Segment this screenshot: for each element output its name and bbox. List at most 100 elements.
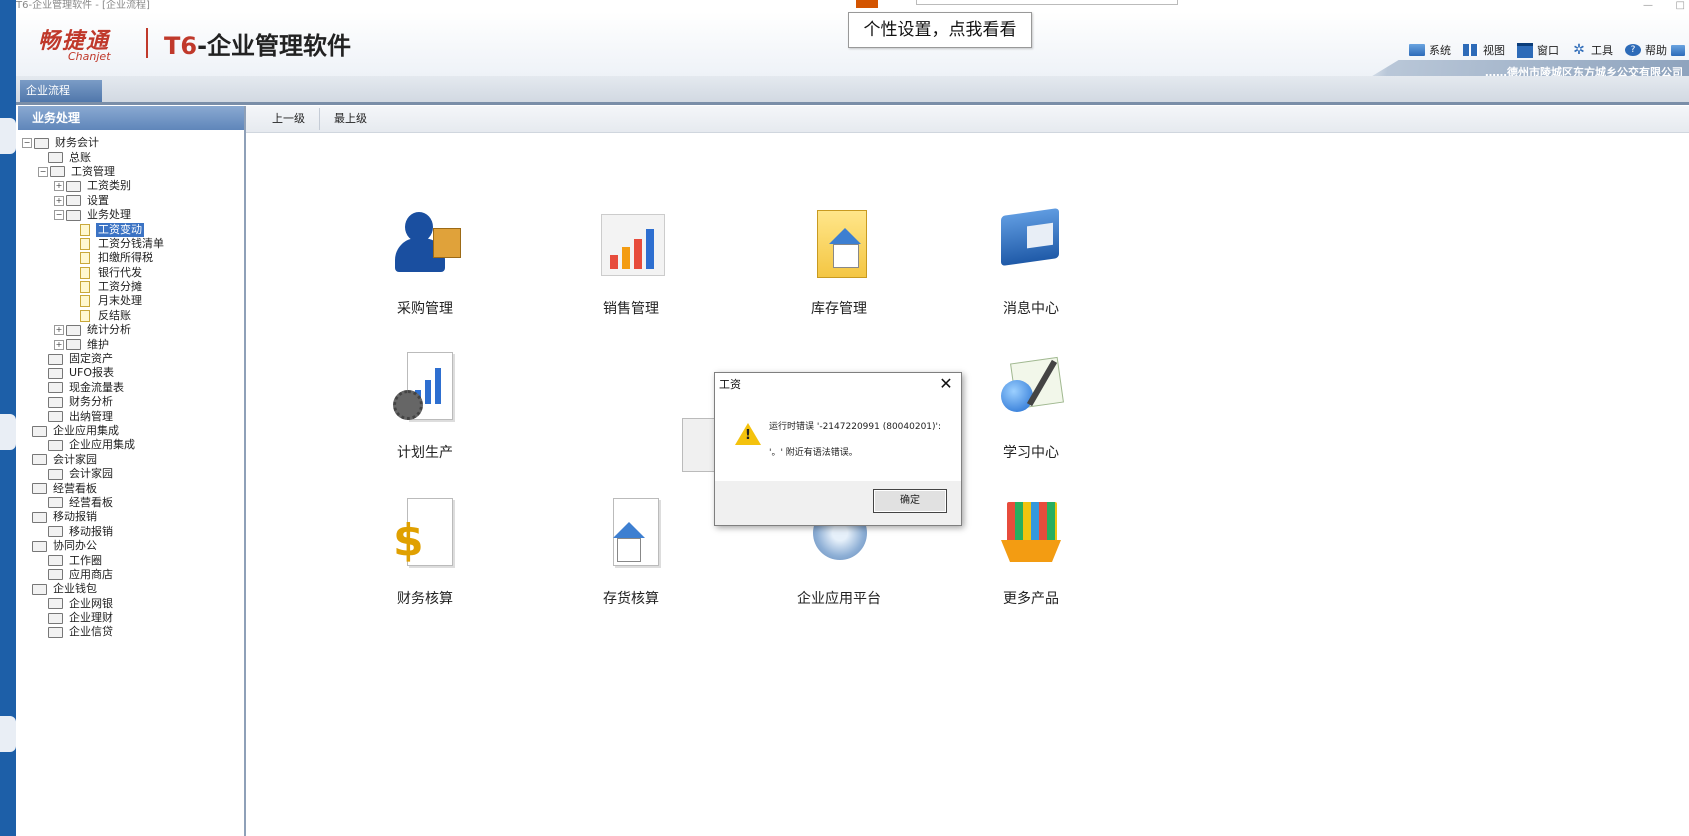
collapse-icon[interactable]: −	[22, 138, 32, 149]
menu-tools[interactable]: ✲ 工具	[1571, 42, 1613, 58]
error-dialog: 工资 ✕ ! 运行时错误 '-2147220991 (80040201)': '…	[714, 372, 962, 526]
tree-node-label: 企业应用集成	[69, 438, 135, 452]
tree-node[interactable]: − 业务处理	[18, 208, 244, 222]
module-planning[interactable]: 计划生产	[350, 350, 500, 462]
desktop-strip	[0, 0, 16, 836]
tree-node[interactable]: 移动报销	[18, 525, 244, 539]
menu-label: 工具	[1591, 44, 1613, 57]
document-icon	[80, 295, 90, 308]
desktop-shortcut-icon[interactable]	[0, 118, 16, 154]
folder-icon	[48, 555, 63, 567]
tree-node[interactable]: 企业应用集成	[18, 438, 244, 452]
tree-node[interactable]: + 统计分析	[18, 323, 244, 337]
tree-node[interactable]: 工资变动	[18, 222, 244, 237]
tree-node-label: 反结账	[98, 308, 131, 322]
tree-node[interactable]: + 工资类别	[18, 179, 244, 193]
tree-node[interactable]: + 设置	[18, 194, 244, 208]
desktop-shortcut-icon[interactable]	[0, 414, 16, 450]
folder-icon	[48, 468, 63, 480]
folder-icon	[66, 195, 81, 207]
logo-divider	[146, 28, 148, 58]
expand-icon[interactable]: +	[54, 195, 64, 206]
tree-node[interactable]: 企业信贷	[18, 625, 244, 639]
ok-button[interactable]: 确定	[873, 489, 947, 513]
module-inventory[interactable]: 库存管理	[764, 206, 914, 318]
tree-node[interactable]: 工资分摊	[18, 280, 244, 294]
tree-node[interactable]: 财务分析	[18, 395, 244, 409]
tree-node[interactable]: 总账	[18, 150, 244, 164]
folder-icon	[48, 439, 63, 451]
folder-icon	[32, 425, 47, 437]
tree-node[interactable]: 经营看板	[18, 481, 244, 495]
tree-node[interactable]: 协同办公	[18, 539, 244, 553]
window-icon	[1517, 42, 1533, 58]
tree-node[interactable]: 企业理财	[18, 611, 244, 625]
tree-node[interactable]: + 维护	[18, 337, 244, 351]
mail-icon	[1671, 44, 1685, 56]
tree-node[interactable]: 经营看板	[18, 496, 244, 510]
tree-node[interactable]: UFO报表	[18, 366, 244, 380]
menu-window[interactable]: 窗口	[1517, 42, 1559, 58]
tree-node[interactable]: 企业钱包	[18, 582, 244, 596]
desktop-shortcut-icon[interactable]	[0, 716, 16, 752]
tree-node[interactable]: 固定资产	[18, 352, 244, 366]
tree-node-label: 工资类别	[87, 179, 131, 193]
folder-icon	[48, 411, 63, 423]
tree-node[interactable]: − 财务会计	[18, 136, 244, 150]
menu-view[interactable]: 视图	[1463, 42, 1505, 58]
tab-enterprise-flow[interactable]: 企业流程	[20, 80, 102, 102]
collapse-icon[interactable]: −	[54, 210, 64, 221]
tree-node[interactable]: 移动报销	[18, 510, 244, 524]
product-prefix: T6	[164, 32, 198, 60]
finance-dollar-icon: $	[389, 496, 461, 568]
top-level-button[interactable]: 最上级	[320, 108, 381, 130]
tree-node-label: 业务处理	[87, 208, 131, 222]
tree-node[interactable]: 工作圈	[18, 553, 244, 567]
folder-icon	[34, 137, 49, 149]
tree-node[interactable]: − 工资管理	[18, 165, 244, 179]
module-purchase[interactable]: 采购管理	[350, 206, 500, 318]
module-stock-accounting[interactable]: 存货核算	[556, 496, 706, 608]
folder-icon	[32, 540, 47, 552]
top-input-bar	[916, 0, 1178, 5]
tree-node[interactable]: 银行代发	[18, 266, 244, 280]
menu-system[interactable]: 系统	[1409, 42, 1451, 58]
folder-icon	[50, 166, 65, 178]
folder-icon	[32, 583, 47, 595]
tree-node-label: 工资分摊	[98, 280, 142, 294]
expand-icon[interactable]: +	[54, 325, 64, 336]
collapse-icon[interactable]: −	[38, 166, 48, 177]
expand-icon[interactable]: +	[54, 181, 64, 192]
folder-icon	[48, 367, 63, 379]
close-icon[interactable]: ✕	[937, 373, 955, 395]
module-learning[interactable]: 学习中心	[956, 350, 1106, 462]
restore-icon[interactable]: □	[1676, 0, 1685, 12]
expand-icon[interactable]: +	[54, 339, 64, 350]
module-sales[interactable]: 销售管理	[556, 206, 706, 318]
document-icon	[80, 309, 90, 322]
tree-node[interactable]: 出纳管理	[18, 409, 244, 423]
module-messages[interactable]: 消息中心	[956, 206, 1106, 318]
menu-help[interactable]: ? 帮助	[1625, 42, 1685, 58]
planning-chart-icon	[389, 350, 461, 422]
tree-node[interactable]: 企业网银	[18, 597, 244, 611]
tools-icon: ✲	[1573, 42, 1585, 58]
tree-node[interactable]: 会计家园	[18, 467, 244, 481]
tree-node[interactable]: 应用商店	[18, 568, 244, 582]
module-more[interactable]: 更多产品	[956, 496, 1106, 608]
menu-label: 系统	[1429, 44, 1451, 57]
error-message: 运行时错误 '-2147220991 (80040201)':	[769, 422, 942, 432]
tree-node[interactable]: 反结账	[18, 309, 244, 323]
personalize-tooltip[interactable]: 个性设置，点我看看	[848, 12, 1032, 48]
up-level-button[interactable]: 上一级	[246, 108, 320, 130]
tree-node[interactable]: 会计家园	[18, 453, 244, 467]
tree-node[interactable]: 月末处理	[18, 294, 244, 308]
tree-node[interactable]: 企业应用集成	[18, 424, 244, 438]
product-title: T6-企业管理软件	[164, 26, 351, 61]
tree-node[interactable]: 工资分钱清单	[18, 237, 244, 251]
top-menu: 系统 视图 窗口 ✲ 工具 ? 帮助	[1409, 42, 1685, 58]
module-finance[interactable]: $ 财务核算	[350, 496, 500, 608]
tree-node[interactable]: 现金流量表	[18, 381, 244, 395]
minimize-icon[interactable]: —	[1643, 0, 1653, 12]
tree-node[interactable]: 扣缴所得税	[18, 251, 244, 265]
